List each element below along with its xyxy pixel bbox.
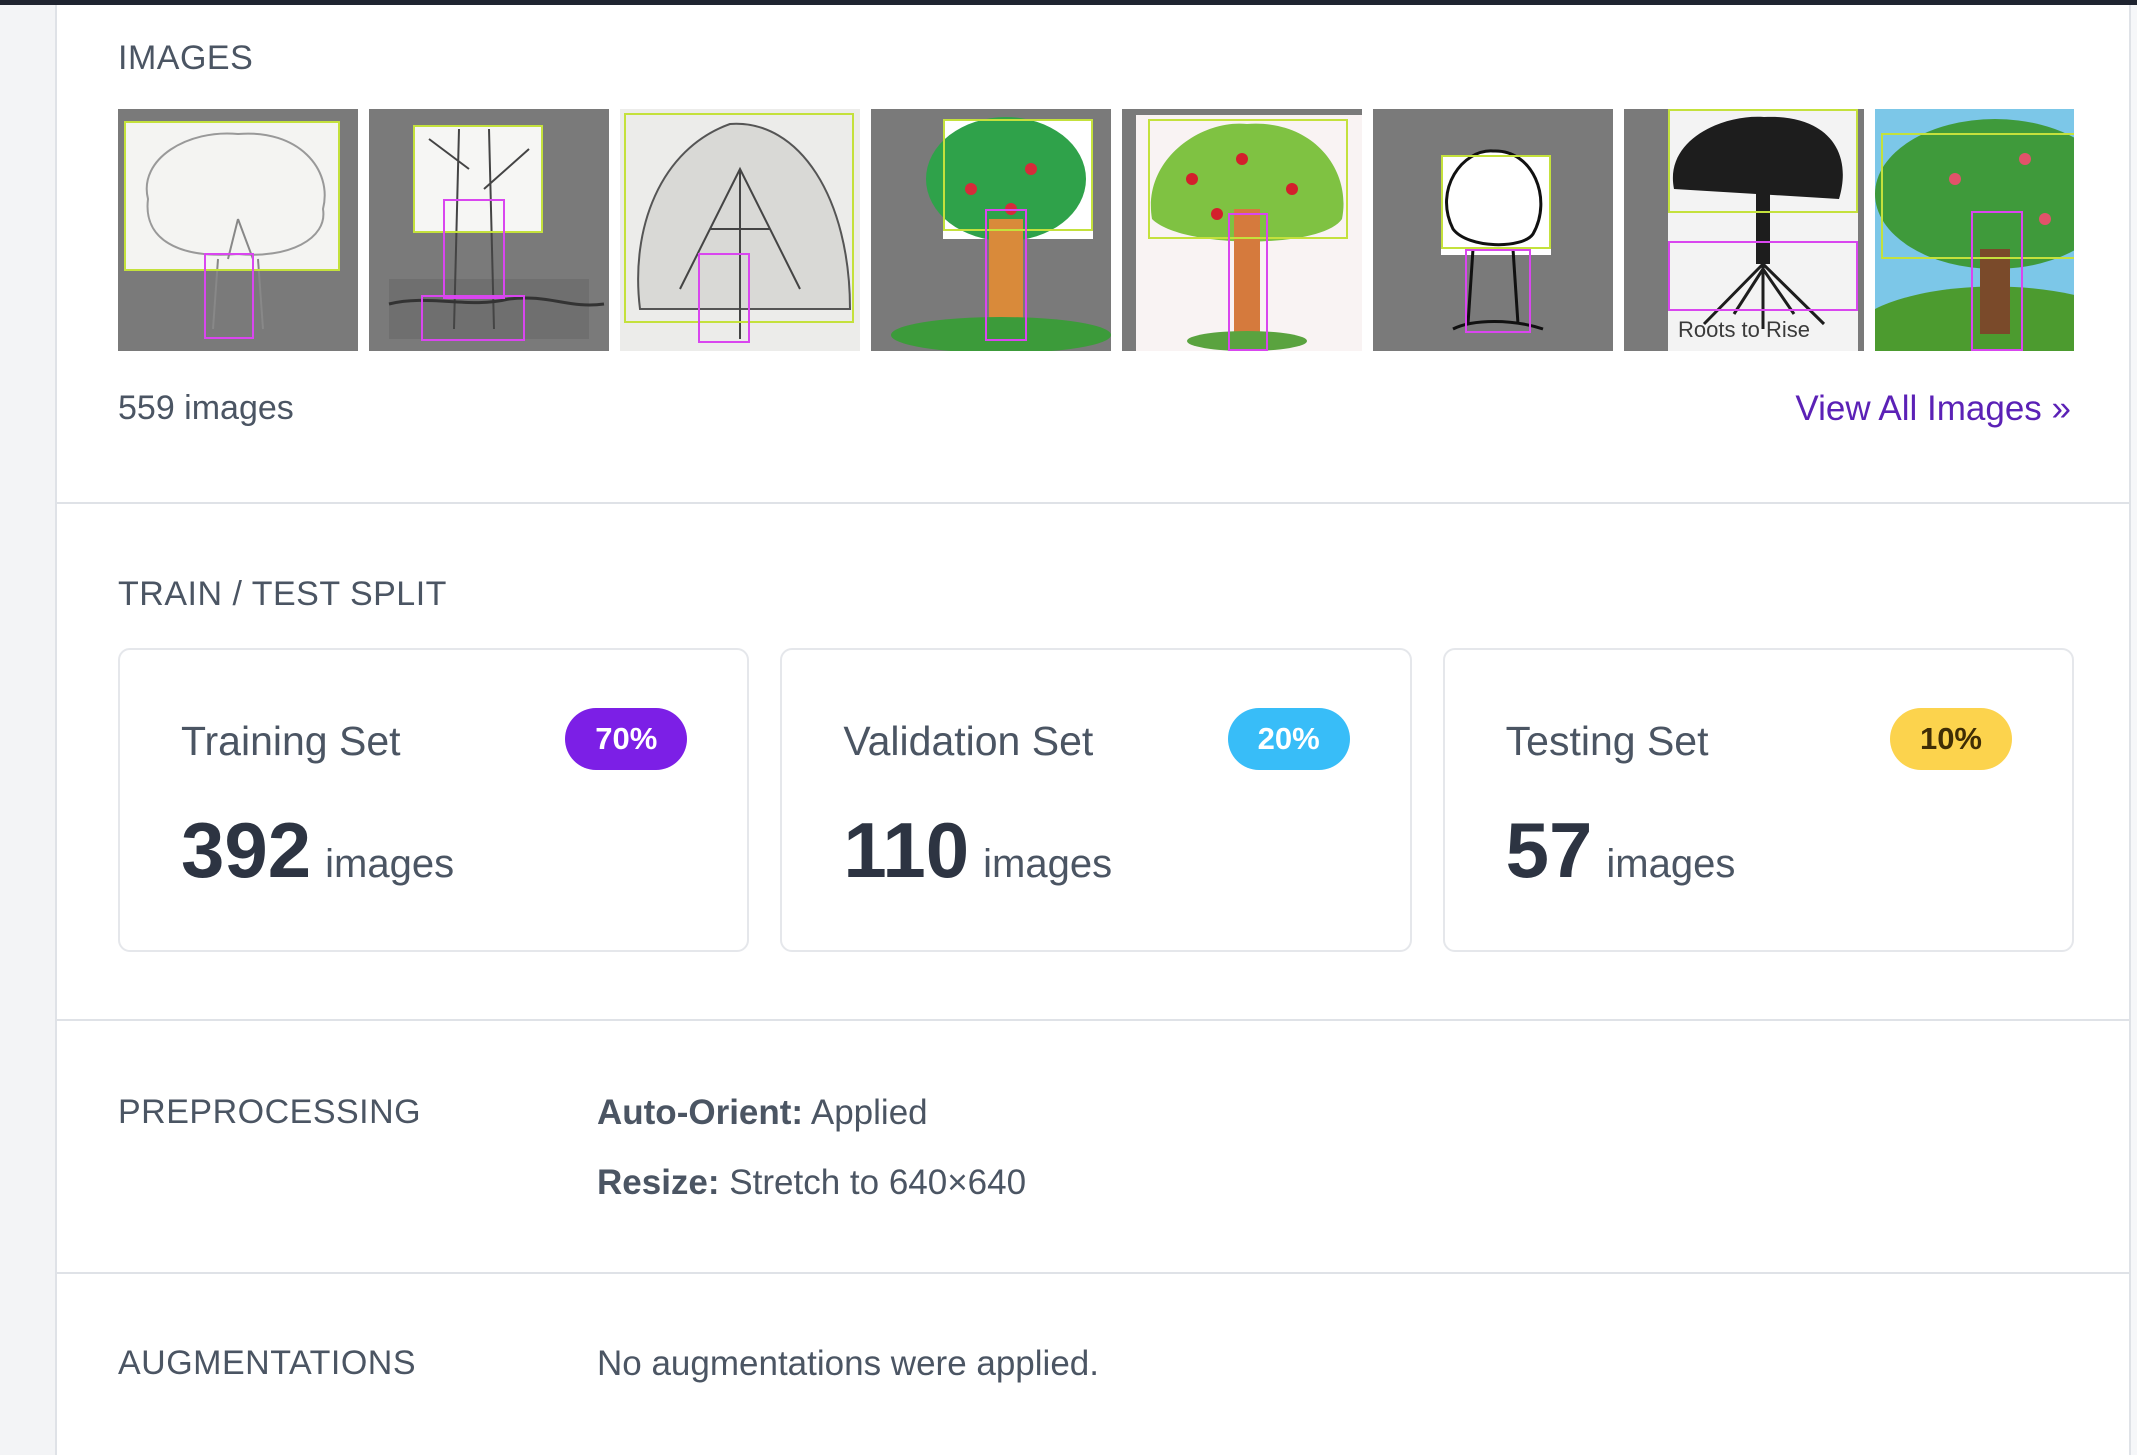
preprocessing-title: PREPROCESSING (118, 1093, 422, 1131)
image-thumbnail[interactable] (871, 109, 1111, 351)
images-section: IMAGES Roots to Rise 559 images View All… (57, 5, 2129, 504)
card-count: 392 images (181, 805, 454, 896)
image-thumbnail[interactable] (369, 109, 609, 351)
image-thumbnail[interactable] (1122, 109, 1362, 351)
preprocessing-value: Stretch to 640×640 (729, 1163, 1027, 1202)
validation-set-card: Validation Set 20% 110 images (780, 648, 1412, 952)
view-all-images-link[interactable]: View All Images » (1795, 389, 2071, 429)
split-section-title: TRAIN / TEST SPLIT (118, 575, 447, 613)
card-count-unit: images (325, 842, 455, 886)
dataset-version-panel: IMAGES Roots to Rise 559 images View All… (55, 5, 2131, 1455)
card-count-value: 110 (843, 806, 970, 894)
augmentations-section: AUGMENTATIONS No augmentations were appl… (57, 1274, 2129, 1455)
card-count-unit: images (1606, 842, 1736, 886)
preprocessing-item-auto-orient: Auto-Orient: Applied (597, 1093, 928, 1133)
preprocessing-item-resize: Resize: Stretch to 640×640 (597, 1163, 1026, 1203)
percent-badge: 10% (1889, 708, 2012, 770)
training-set-card: Training Set 70% 392 images (118, 648, 750, 952)
testing-set-card: Testing Set 10% 57 images (1442, 648, 2074, 952)
card-title: Testing Set (1505, 718, 1709, 764)
preprocessing-key: Auto-Orient: (597, 1093, 804, 1132)
thumbnail-caption: Roots to Rise (1677, 317, 1811, 342)
card-count-value: 57 (1505, 806, 1593, 894)
left-sidebar-strip (0, 5, 55, 1455)
image-thumbnail[interactable]: Roots to Rise (1624, 109, 1864, 351)
percent-badge: 20% (1227, 708, 1350, 770)
card-count-unit: images (983, 842, 1113, 886)
preprocessing-section: PREPROCESSING Auto-Orient: Applied Resiz… (57, 1021, 2129, 1274)
train-test-split-section: TRAIN / TEST SPLIT Training Set 70% 392 i… (57, 504, 2129, 1021)
preprocessing-key: Resize: (597, 1163, 720, 1202)
image-thumbnail[interactable] (1875, 109, 2074, 351)
card-count: 57 images (1506, 805, 1736, 896)
augmentations-title: AUGMENTATIONS (118, 1344, 417, 1382)
split-cards: Training Set 70% 392 images Validation Se… (118, 648, 2074, 952)
image-thumbnail-strip: Roots to Rise (118, 109, 2074, 351)
images-section-title: IMAGES (118, 39, 254, 77)
card-count: 110 images (843, 805, 1112, 896)
preprocessing-value: Applied (810, 1093, 928, 1132)
image-thumbnail[interactable] (118, 109, 358, 351)
augmentations-text: No augmentations were applied. (597, 1344, 1099, 1383)
card-count-value: 392 (181, 806, 312, 894)
card-title: Training Set (181, 718, 401, 764)
image-thumbnail[interactable] (620, 109, 860, 351)
image-thumbnail[interactable] (1373, 109, 1613, 351)
image-count: 559 images (118, 389, 294, 427)
percent-badge: 70% (565, 708, 688, 770)
card-title: Validation Set (843, 718, 1094, 764)
